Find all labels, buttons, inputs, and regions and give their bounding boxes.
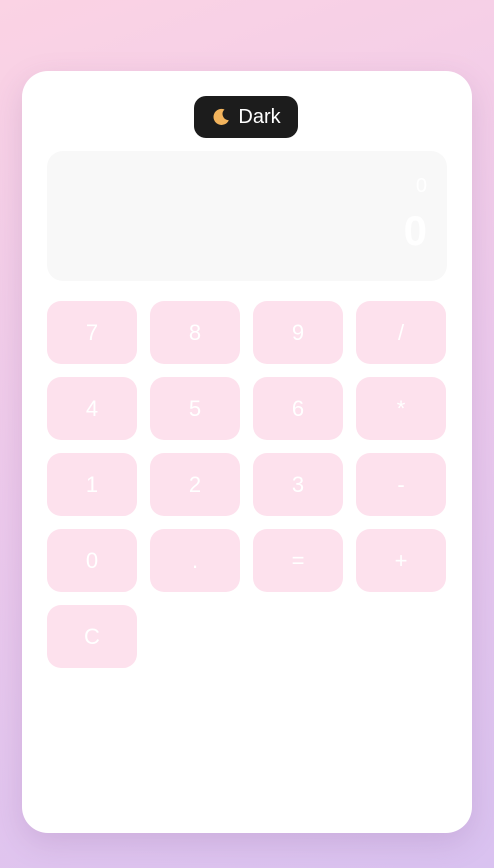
key-8-button[interactable]: 8 bbox=[150, 301, 240, 364]
key-4-button[interactable]: 4 bbox=[47, 377, 137, 440]
keypad: 7 8 9/ 4 5 6 * 1 2 3- 0. = + C bbox=[47, 301, 447, 668]
calculator-display: 0 0 bbox=[47, 151, 447, 281]
theme-toggle-button[interactable]: Dark bbox=[194, 96, 298, 138]
key-1-button[interactable]: 1 bbox=[47, 453, 137, 516]
key-3-button[interactable]: 3 bbox=[253, 453, 343, 516]
key-0-button[interactable]: 0 bbox=[47, 529, 137, 592]
key-add-button[interactable]: + bbox=[356, 529, 446, 592]
key-7-button[interactable]: 7 bbox=[47, 301, 137, 364]
key-subtract-button[interactable]: - bbox=[356, 453, 446, 516]
theme-toggle-label: Dark bbox=[238, 105, 281, 128]
moon-icon bbox=[211, 107, 231, 127]
key-5-button[interactable]: 5 bbox=[150, 377, 240, 440]
key-multiply-button[interactable]: * bbox=[356, 377, 446, 440]
key-2-button[interactable]: 2 bbox=[150, 453, 240, 516]
key-decimal-button[interactable]: . bbox=[150, 529, 240, 592]
display-result: 0 bbox=[403, 207, 427, 254]
key-9-button[interactable]: 9 bbox=[253, 301, 343, 364]
display-expression: 0 bbox=[415, 175, 427, 197]
calculator-card: Dark 0 0 7 8 9/ 4 5 6 * 1 2 3- 0. = + C bbox=[22, 71, 472, 833]
key-6-button[interactable]: 6 bbox=[253, 377, 343, 440]
key-divide-button[interactable]: / bbox=[356, 301, 446, 364]
key-equals-button[interactable]: = bbox=[253, 529, 343, 592]
key-clear-button[interactable]: C bbox=[47, 605, 137, 668]
